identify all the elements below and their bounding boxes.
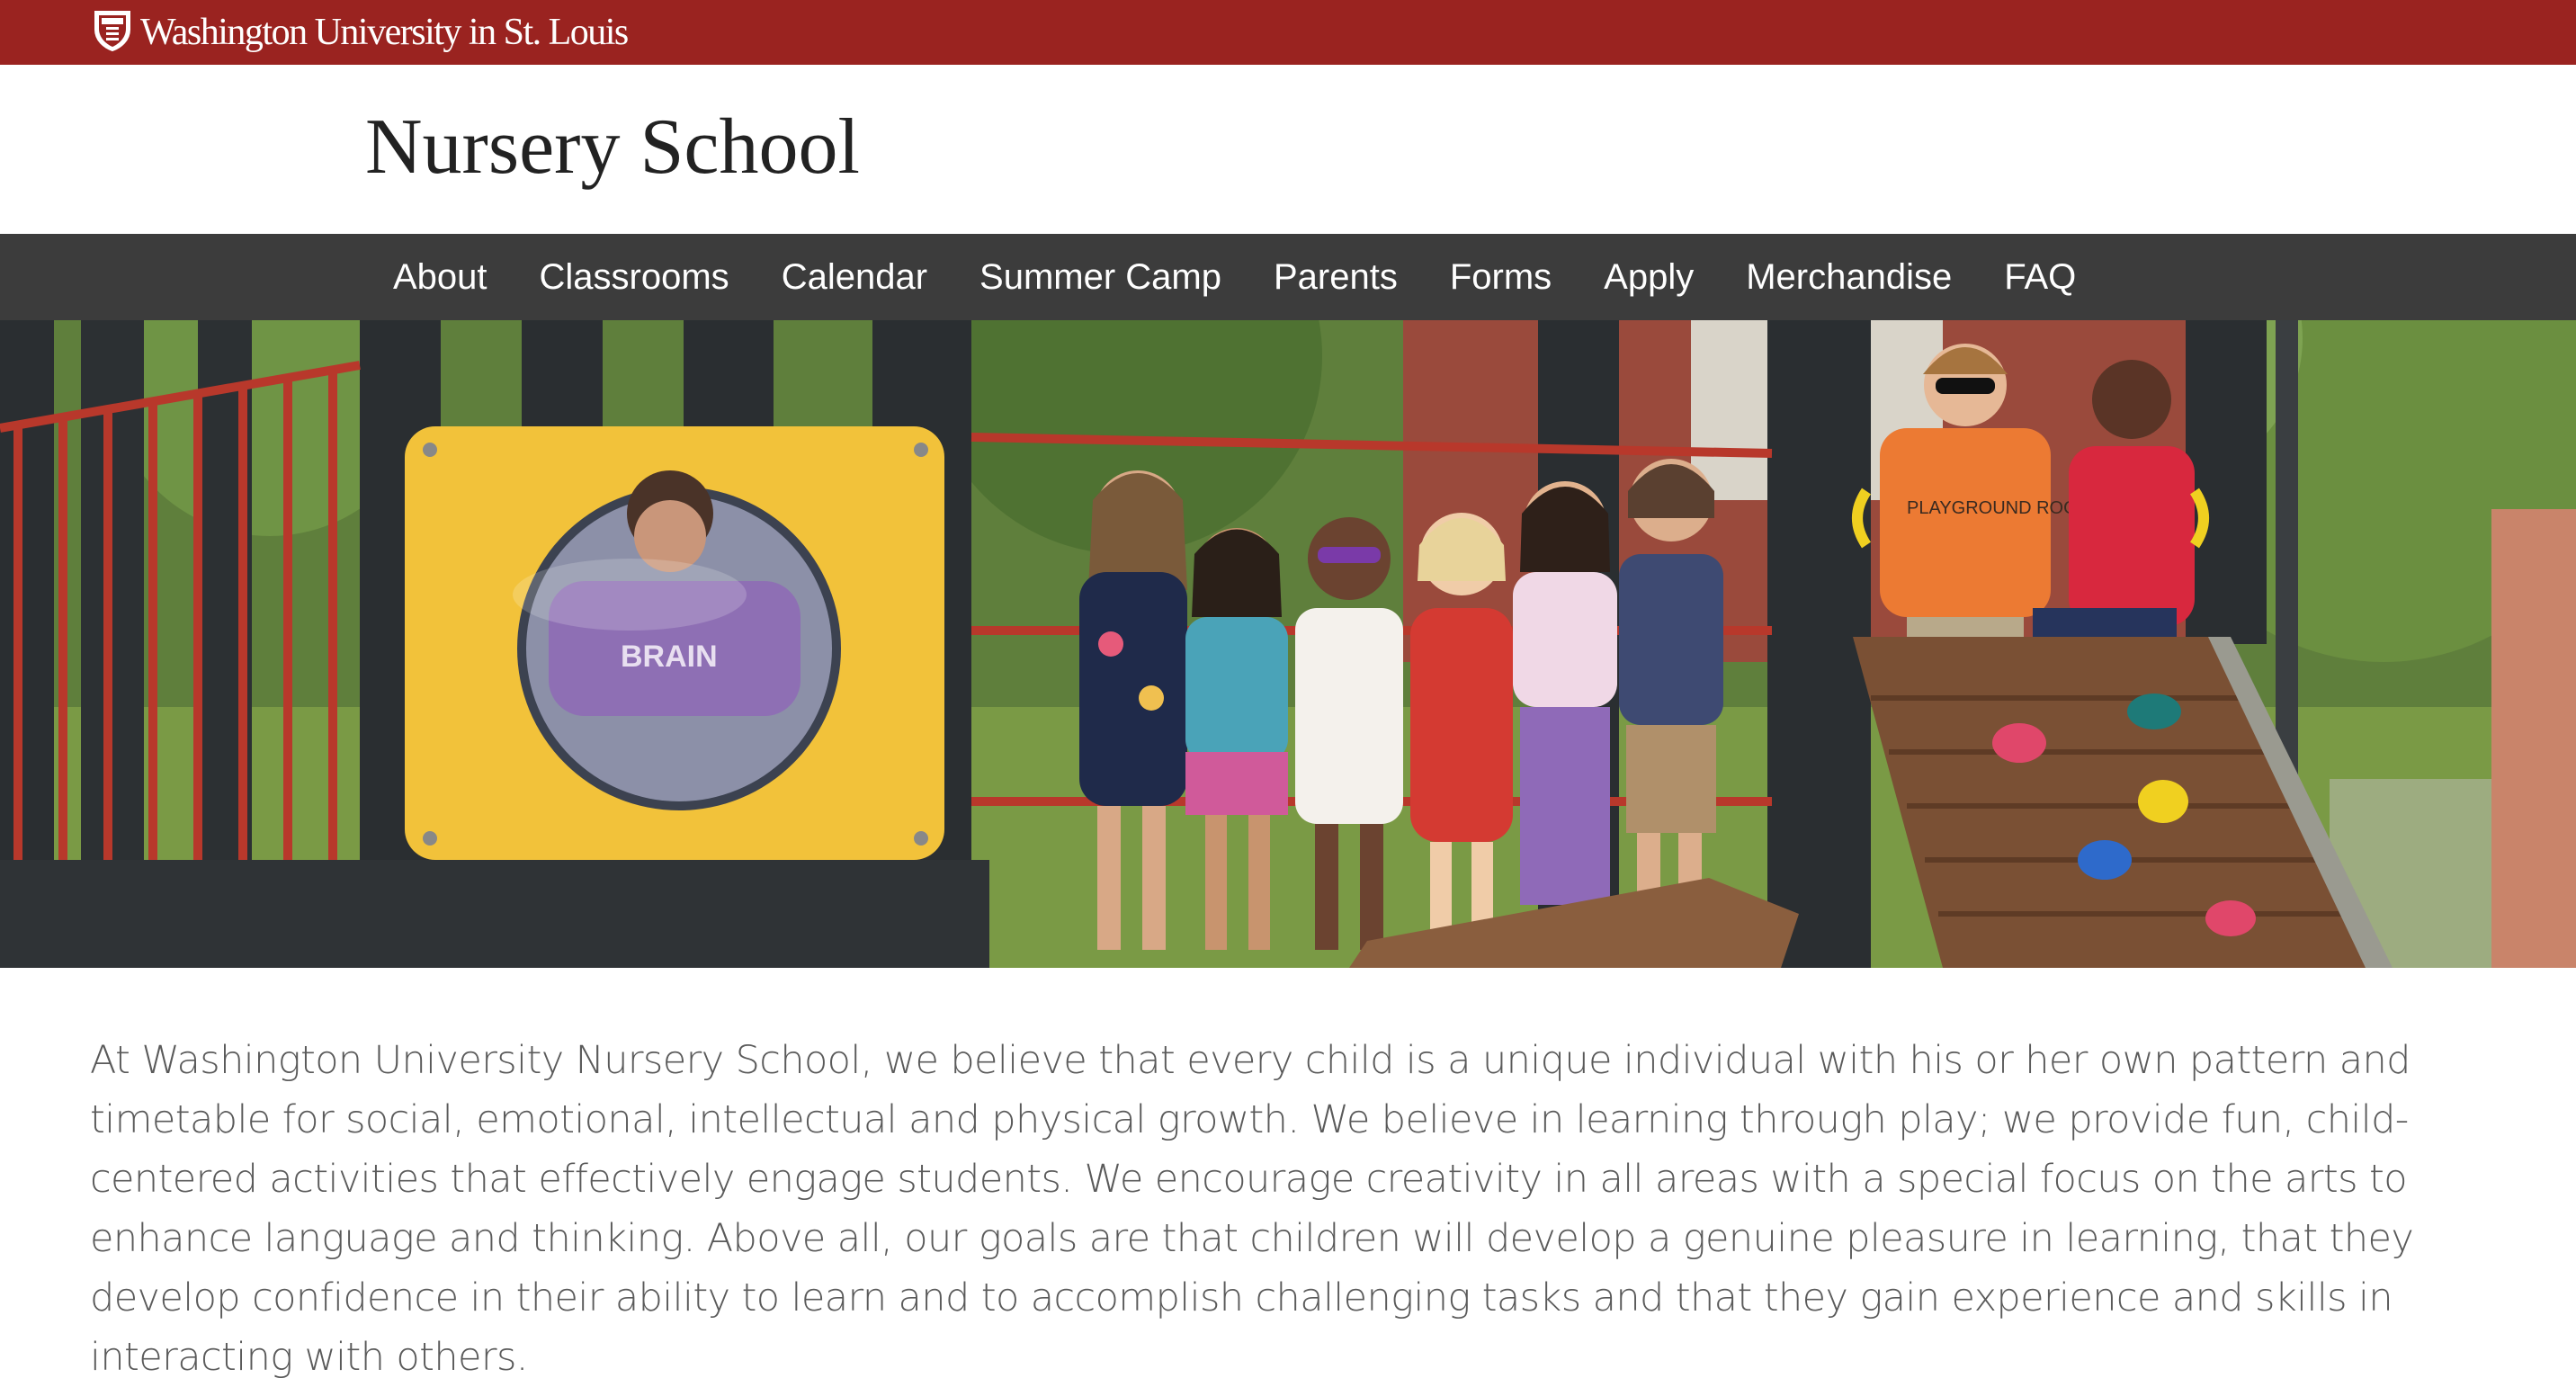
university-home-link[interactable]: Washington University in St. Louis (94, 7, 629, 58)
site-header: Nursery School (0, 65, 2576, 234)
nav-list: About Classrooms Calendar Summer Camp Pa… (367, 234, 2102, 320)
university-name: Washington University in St. Louis (140, 12, 629, 53)
nav-item-calendar[interactable]: Calendar (756, 234, 953, 320)
children-on-playground-photo: BRAIN PLAYGROUND ROOKIE 36 (0, 320, 2576, 968)
nav-item-parents[interactable]: Parents (1248, 234, 1424, 320)
nav-item-merchandise[interactable]: Merchandise (1720, 234, 1978, 320)
university-bar: Washington University in St. Louis (0, 0, 2576, 65)
nav-item-classrooms[interactable]: Classrooms (514, 234, 756, 320)
nav-item-faq[interactable]: FAQ (1978, 234, 2102, 320)
intro-paragraph: At Washington University Nursery School,… (90, 1038, 2414, 1380)
nav-item-about[interactable]: About (367, 234, 514, 320)
hero-shirt-text: BRAIN (621, 640, 718, 674)
site-title[interactable]: Nursery School (365, 103, 860, 192)
nav-item-summer-camp[interactable]: Summer Camp (953, 234, 1248, 320)
wustl-shield-icon (94, 10, 140, 56)
nav-item-apply[interactable]: Apply (1578, 234, 1720, 320)
hero-image: BRAIN PLAYGROUND ROOKIE 36 (0, 320, 2576, 968)
main-nav: About Classrooms Calendar Summer Camp Pa… (0, 234, 2576, 320)
nav-item-forms[interactable]: Forms (1424, 234, 1578, 320)
